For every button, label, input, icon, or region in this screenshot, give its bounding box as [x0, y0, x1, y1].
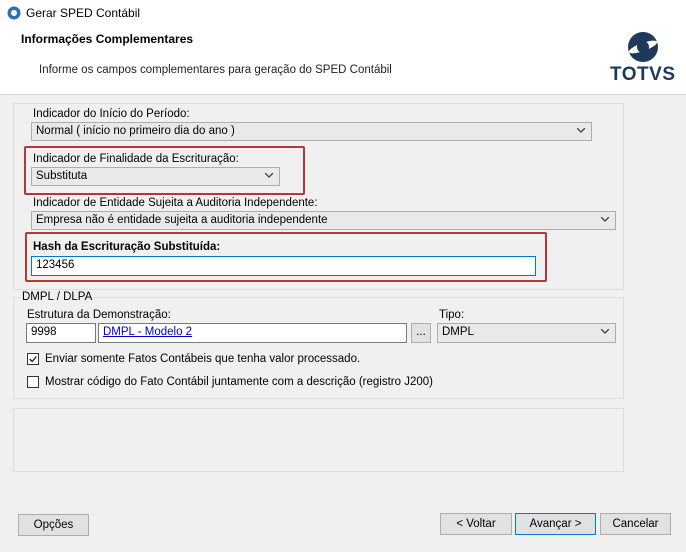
entidade-select[interactable]: Empresa não é entidade sujeita a auditor…	[31, 211, 616, 230]
chevron-down-icon	[601, 329, 609, 334]
page-title: Informações Complementares	[21, 32, 194, 46]
entidade-value: Empresa não é entidade sujeita a auditor…	[36, 214, 328, 226]
inicio-periodo-label: Indicador do Início do Período:	[33, 108, 190, 120]
checkmark-icon	[29, 356, 37, 363]
header-divider	[0, 94, 686, 95]
mostrar-codigo-checkbox[interactable]	[27, 376, 39, 388]
hash-label: Hash da Escrituração Substituída:	[33, 241, 221, 253]
voltar-button[interactable]: < Voltar	[440, 513, 512, 535]
opcoes-button[interactable]: Opções	[18, 514, 89, 536]
window-title: Gerar SPED Contábil	[26, 6, 141, 20]
entidade-label: Indicador de Entidade Sujeita a Auditori…	[33, 197, 318, 209]
tipo-label: Tipo:	[439, 309, 465, 321]
avancar-button[interactable]: Avançar >	[515, 513, 596, 535]
page-description: Informe os campos complementares para ge…	[39, 64, 392, 76]
totvs-logo-icon	[628, 32, 658, 62]
empty-panel	[13, 408, 624, 472]
totvs-logo-text: TOTVS	[610, 64, 676, 85]
tipo-select[interactable]: DMPL	[437, 323, 616, 343]
finalidade-label: Indicador de Finalidade da Escrituração:	[33, 153, 239, 165]
inicio-periodo-value: Normal ( início no primeiro dia do ano )	[36, 125, 235, 137]
app-icon	[7, 6, 21, 20]
estrutura-code-input[interactable]: 9998	[26, 323, 96, 343]
enviar-fatos-checkbox[interactable]	[27, 353, 39, 365]
chevron-down-icon	[265, 173, 273, 178]
estrutura-link[interactable]: DMPL - Modelo 2	[103, 326, 192, 338]
tipo-value: DMPL	[442, 326, 474, 338]
inicio-periodo-select[interactable]: Normal ( início no primeiro dia do ano )	[31, 122, 592, 141]
enviar-fatos-label[interactable]: Enviar somente Fatos Contábeis que tenha…	[45, 353, 360, 365]
estrutura-description-field[interactable]: DMPL - Modelo 2	[98, 323, 407, 343]
chevron-down-icon	[601, 217, 609, 222]
mostrar-codigo-label[interactable]: Mostrar código do Fato Contábil juntamen…	[45, 376, 433, 388]
browse-button[interactable]: ...	[411, 323, 431, 343]
cancelar-button[interactable]: Cancelar	[600, 513, 671, 535]
finalidade-value: Substituta	[36, 170, 88, 182]
hash-input[interactable]: 123456	[31, 256, 536, 276]
chevron-down-icon	[577, 128, 585, 133]
dmpl-group-label: DMPL / DLPA	[20, 291, 95, 303]
estrutura-label: Estrutura da Demonstração:	[27, 309, 171, 321]
finalidade-select[interactable]: Substituta	[31, 167, 280, 186]
